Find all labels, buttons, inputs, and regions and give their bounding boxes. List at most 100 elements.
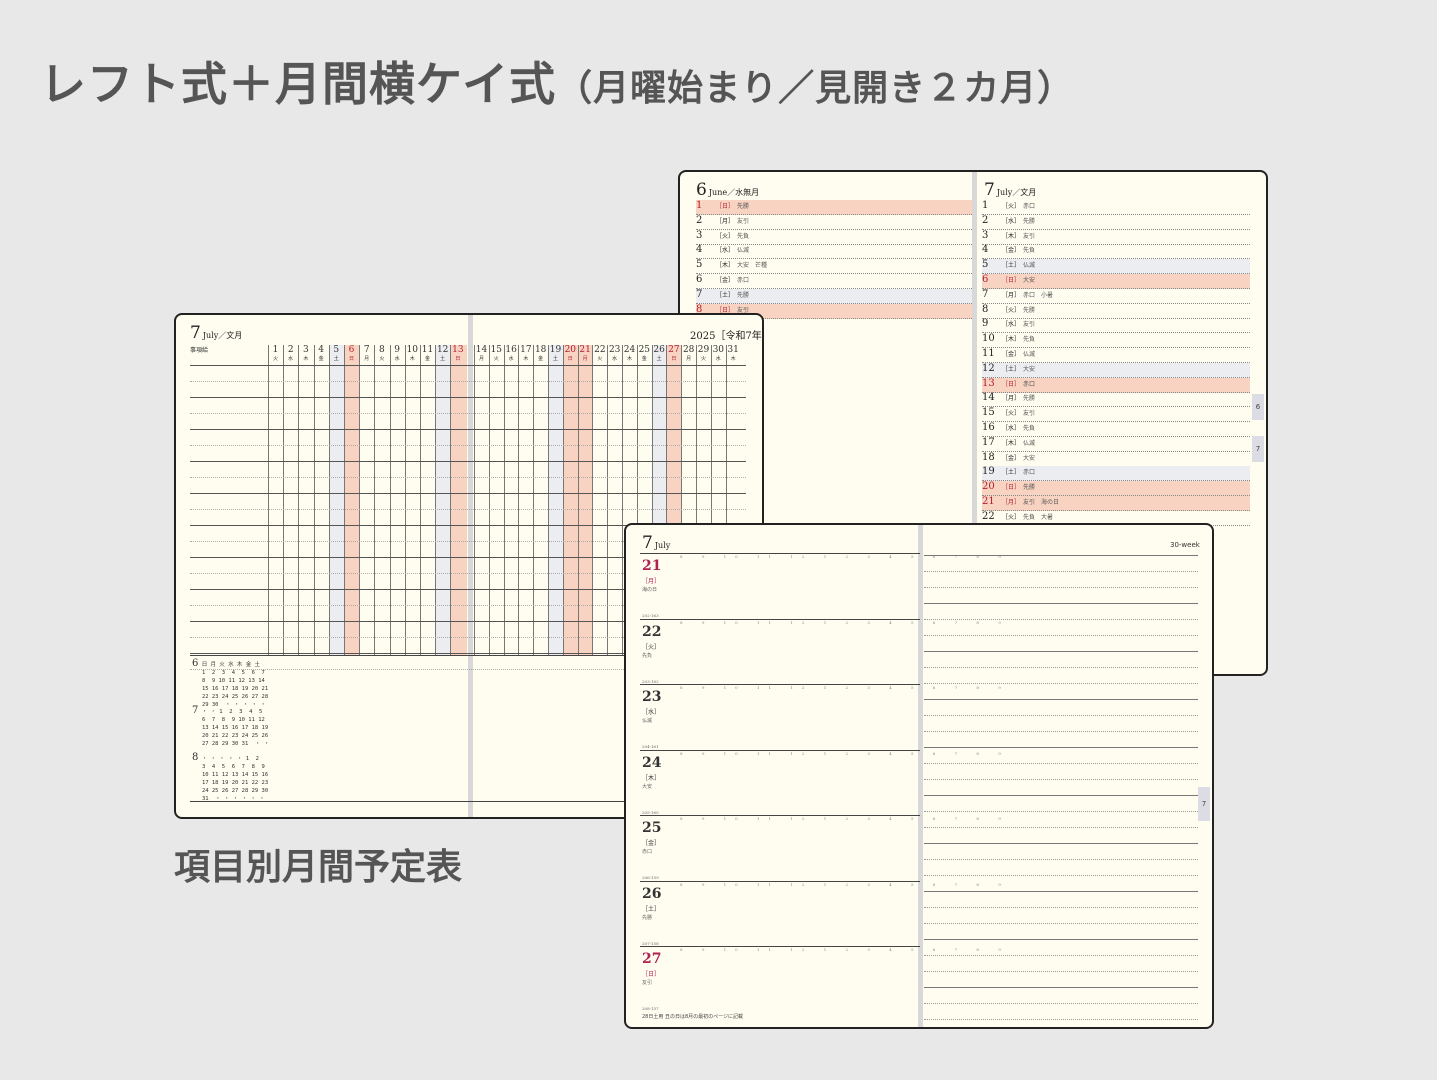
day-row[interactable]: 18 ［金］ 大安 — [982, 452, 1250, 467]
day-count: 206-159 — [642, 875, 659, 880]
day-row[interactable]: 5 ［土］ 仏滅 — [982, 259, 1250, 275]
mini-row: 10 11 12 13 14 15 16 — [201, 772, 269, 778]
mini-row: ・ ・ ・ ・ ・ 1 2 — [201, 756, 259, 762]
day-number: 1 — [696, 200, 703, 211]
day-row[interactable]: 13 ［日］ 赤口 — [982, 377, 1250, 393]
day-block[interactable]: 23 ［水］ 仏滅 8 9 10 11 12 1 2 3 4 5 6 7 8 9 204… — [640, 684, 1001, 751]
day-column[interactable] — [488, 345, 505, 655]
day-column[interactable] — [435, 345, 452, 655]
day-row[interactable]: 12 ［土］ 大安 — [982, 362, 1250, 378]
day-row[interactable]: 2 ［水］ 先勝 — [982, 215, 1250, 230]
day-row[interactable]: 4 ［金］ 先負 — [982, 244, 1250, 260]
day-row[interactable]: 9 ［水］ 友引 — [982, 318, 1250, 334]
day-number: 9 — [982, 318, 989, 330]
day-column[interactable] — [548, 345, 564, 655]
rokuyo: 先勝 — [1023, 395, 1036, 403]
day-column[interactable] — [268, 345, 284, 655]
day-row[interactable]: 4 ［水］ 仏滅 — [696, 244, 972, 260]
day-row[interactable]: 10 ［木］ 先負 — [982, 333, 1250, 349]
day-row[interactable]: 6 ［日］ 大安 — [982, 274, 1250, 289]
day-row[interactable]: 20 ［日］ 先勝 — [982, 481, 1250, 497]
day-row[interactable]: 14 ［月］ 先勝 — [982, 392, 1250, 408]
day-row[interactable]: 3 ［火］ 先負 — [696, 230, 972, 245]
rokuyo: 仏滅 — [1023, 351, 1036, 358]
weekday: ［水］ — [1002, 217, 1021, 225]
day-column[interactable] — [450, 345, 467, 655]
day-row[interactable]: 11 ［金］ 仏滅 — [982, 348, 1250, 363]
day-row[interactable]: 3 ［木］ 友引 — [982, 230, 1250, 245]
day-block[interactable]: 24 ［木］ 大安 8 9 10 11 12 1 2 3 4 5 6 7 8 9 205… — [640, 749, 1001, 817]
day-number: 25 — [638, 345, 651, 355]
day-number: 26 — [653, 345, 665, 355]
rokuyo: 海の日 — [642, 587, 658, 593]
rokuyo: 友引 — [1023, 321, 1036, 329]
day-header: 27 日 — [666, 345, 681, 362]
day-count: 203-162 — [642, 678, 659, 684]
day-row[interactable]: 8 ［火］ 先勝 — [982, 304, 1250, 319]
weekday: ［金］ — [642, 840, 661, 847]
day-column[interactable] — [533, 345, 549, 655]
day-row[interactable]: 16 ［水］ 先負 — [982, 422, 1250, 437]
month-tab-6[interactable]: 6 — [1252, 394, 1264, 420]
day-column[interactable] — [389, 345, 406, 655]
day-number: 30 — [712, 345, 725, 355]
weekday: ［土］ — [1002, 469, 1021, 477]
day-column[interactable] — [328, 345, 345, 655]
day-block[interactable]: 21 ［月］ 海の日 8 9 10 11 12 1 2 3 4 5 6 7 8 9 20… — [640, 553, 1001, 620]
day-number: 4 — [318, 345, 324, 355]
day-column[interactable] — [344, 345, 361, 655]
day-number: 5 — [696, 259, 703, 271]
day-column[interactable] — [298, 345, 314, 655]
headline-sub: （月曜始まり／見開き２カ月） — [556, 68, 1075, 109]
day-number: 5 — [982, 259, 989, 271]
day-row[interactable]: 2 ［月］ 友引 — [696, 215, 972, 230]
day-column[interactable] — [503, 345, 520, 655]
memo-line — [924, 923, 1198, 924]
rokuyo: 大安 — [1023, 454, 1036, 462]
weekday: 火 — [379, 356, 385, 362]
day-column[interactable] — [404, 345, 421, 655]
day-row[interactable]: 19 ［土］ 赤口 — [982, 466, 1250, 482]
day-row[interactable]: 7 ［土］ 先勝 — [696, 288, 972, 304]
page-headline: レフト式＋月間横ケイ式（月曜始まり／見開き２カ月） — [40, 48, 1074, 114]
weekday: ［水］ — [1002, 425, 1021, 432]
day-block[interactable]: 27 ［日］ 友引 8 9 10 11 12 1 2 3 4 5 6 7 8 9 208… — [640, 946, 1001, 1013]
day-row[interactable]: 6 ［金］ 赤口 — [696, 274, 972, 289]
month-tab-7[interactable]: 7 — [1252, 436, 1264, 462]
day-column[interactable] — [577, 345, 594, 655]
day-column[interactable] — [313, 345, 330, 655]
day-row[interactable]: 17 ［木］ 仏滅 — [982, 437, 1250, 452]
day-block[interactable]: 25 ［金］ 赤口 8 9 10 11 12 1 2 3 4 5 6 7 8 9 206… — [640, 815, 1001, 882]
day-number: 25 — [642, 820, 662, 836]
day-column[interactable] — [607, 345, 623, 655]
day-row[interactable]: 1 ［日］ 先勝 — [696, 200, 972, 215]
rokuyo: 友引 — [1023, 410, 1036, 418]
day-column[interactable] — [518, 345, 534, 655]
weekday: 土 — [440, 356, 446, 362]
day-block[interactable]: 26 ［土］ 先勝 8 9 10 11 12 1 2 3 4 5 6 7 8 9 207… — [640, 880, 1001, 948]
day-row[interactable]: 5 ［木］ 大安 芒種 — [696, 259, 972, 275]
day-block[interactable]: 22 ［火］ 先負 8 9 10 11 12 1 2 3 4 5 6 7 8 9 203… — [640, 618, 1001, 686]
day-column[interactable] — [359, 345, 375, 655]
mini-row: 20 21 22 23 24 25 26 — [201, 733, 269, 739]
day-row[interactable]: 21 ［月］ 友引 海の日 — [982, 496, 1250, 511]
day-number: 11 — [421, 345, 434, 355]
day-column[interactable] — [283, 345, 299, 655]
day-column[interactable] — [420, 345, 436, 655]
memo-line — [924, 779, 1198, 780]
rokuyo: 先勝 — [737, 291, 750, 299]
day-count: 208-157 — [642, 1006, 659, 1011]
day-row[interactable]: 1 ［火］ 赤口 — [982, 200, 1250, 215]
month-tab-7[interactable]: 7 — [1198, 787, 1210, 821]
day-column[interactable] — [592, 345, 608, 655]
day-number: 24 — [623, 345, 636, 355]
day-row[interactable]: 7 ［月］ 赤口 小暑 — [982, 289, 1250, 304]
day-column[interactable] — [474, 345, 490, 655]
day-column[interactable] — [374, 345, 390, 655]
rokuyo: 赤口 — [642, 849, 653, 855]
weekday: 月 — [478, 356, 484, 362]
day-header: 13 日 — [450, 345, 465, 362]
day-column[interactable] — [562, 345, 579, 655]
day-row[interactable]: 15 ［火］ 友引 — [982, 407, 1250, 423]
memo-line — [924, 715, 1198, 716]
